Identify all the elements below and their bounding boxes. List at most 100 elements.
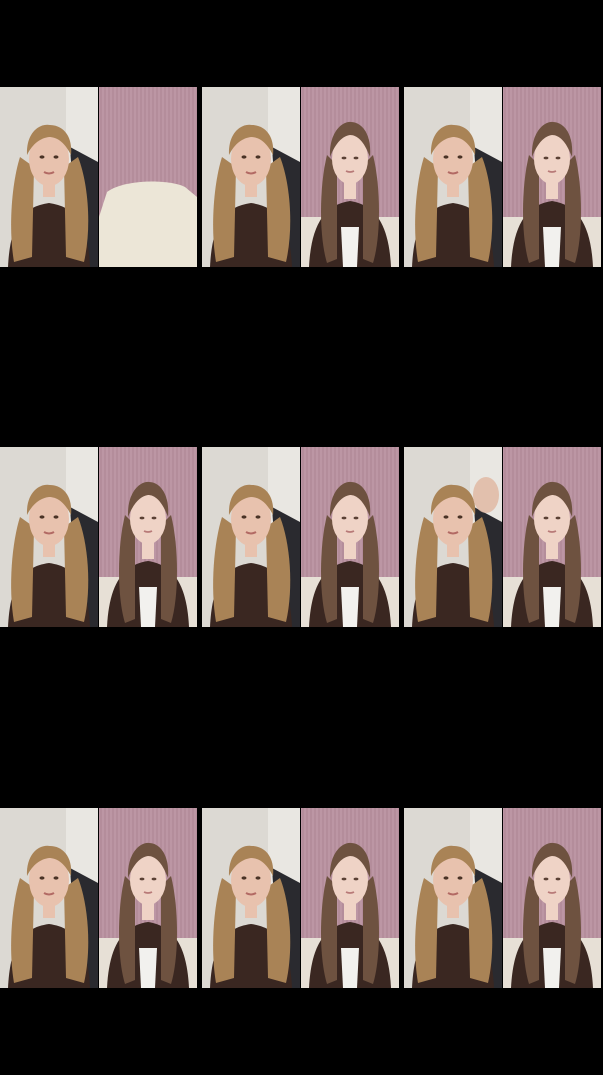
video-frame	[202, 87, 403, 267]
right-scene-image	[503, 447, 601, 627]
eye-left	[543, 156, 549, 160]
neck	[43, 183, 55, 197]
eye-right	[555, 877, 561, 881]
eye-right	[457, 876, 463, 880]
eye-left	[341, 156, 347, 160]
eye-right	[457, 515, 463, 519]
mouth	[345, 891, 355, 894]
neck	[43, 904, 55, 918]
video-frame	[404, 87, 603, 267]
right-scene-image	[503, 808, 601, 988]
left-scene-image	[202, 87, 300, 267]
eye-right	[555, 156, 561, 160]
white-shirt	[341, 227, 359, 267]
eye-right	[151, 877, 157, 881]
neck	[245, 543, 257, 557]
right-camera-view	[503, 447, 601, 627]
eye-left	[443, 876, 449, 880]
left-scene-image	[0, 447, 98, 627]
video-frame	[0, 447, 201, 627]
eye-right	[53, 155, 59, 159]
mouth	[143, 891, 153, 894]
right-camera-view	[99, 447, 197, 627]
left-camera-view	[0, 87, 98, 267]
left-scene-image	[404, 87, 502, 267]
eye-right	[457, 155, 463, 159]
right-camera-view	[301, 447, 399, 627]
eye-left	[341, 877, 347, 881]
left-scene-image	[0, 808, 98, 988]
screen: { "layout": { "rows": 3, "columns": 3 },…	[0, 0, 603, 1075]
eye-left	[443, 155, 449, 159]
eye-left	[39, 515, 45, 519]
left-scene-image	[202, 447, 300, 627]
eye-left	[139, 516, 145, 520]
neck	[344, 541, 356, 559]
eye-right	[151, 516, 157, 520]
eye-left	[241, 155, 247, 159]
blanket	[99, 181, 197, 267]
neck	[447, 904, 459, 918]
right-scene-image	[301, 447, 399, 627]
left-scene-image	[0, 87, 98, 267]
eye-right	[555, 516, 561, 520]
video-frame	[0, 808, 201, 988]
right-camera-view	[301, 808, 399, 988]
video-frame	[202, 447, 403, 627]
neck	[245, 183, 257, 197]
neck	[245, 904, 257, 918]
mouth	[547, 170, 557, 173]
video-frame	[404, 447, 603, 627]
left-camera-view	[404, 87, 502, 267]
waving-hand	[473, 477, 499, 513]
left-scene-image	[202, 808, 300, 988]
eye-right	[255, 876, 261, 880]
neck	[344, 181, 356, 199]
eye-left	[139, 877, 145, 881]
left-camera-view	[202, 87, 300, 267]
mouth	[143, 530, 153, 533]
right-scene-image	[99, 87, 197, 267]
eye-left	[443, 515, 449, 519]
eye-left	[39, 876, 45, 880]
neck	[546, 541, 558, 559]
eye-right	[53, 876, 59, 880]
mouth	[345, 170, 355, 173]
eye-right	[255, 155, 261, 159]
neck	[142, 541, 154, 559]
eye-right	[353, 156, 359, 160]
left-scene-image	[404, 447, 502, 627]
video-frame	[404, 808, 603, 988]
neck	[344, 902, 356, 920]
mouth	[345, 530, 355, 533]
left-camera-view	[0, 808, 98, 988]
left-camera-view	[404, 447, 502, 627]
right-camera-view	[99, 87, 197, 267]
eye-right	[255, 515, 261, 519]
right-scene-image	[99, 808, 197, 988]
right-camera-view	[503, 87, 601, 267]
right-scene-image	[301, 87, 399, 267]
white-shirt	[543, 948, 561, 988]
left-camera-view	[202, 447, 300, 627]
white-shirt	[341, 948, 359, 988]
eye-right	[353, 516, 359, 520]
left-camera-view	[0, 447, 98, 627]
neck	[43, 543, 55, 557]
eye-right	[53, 515, 59, 519]
video-frame	[202, 808, 403, 988]
right-camera-view	[301, 87, 399, 267]
right-scene-image	[99, 447, 197, 627]
white-shirt	[543, 587, 561, 627]
neck	[447, 543, 459, 557]
left-camera-view	[202, 808, 300, 988]
eye-left	[241, 515, 247, 519]
left-scene-image	[404, 808, 502, 988]
white-shirt	[139, 948, 157, 988]
neck	[546, 181, 558, 199]
white-shirt	[543, 227, 561, 267]
neck	[447, 183, 459, 197]
mouth	[547, 891, 557, 894]
right-scene-image	[503, 87, 601, 267]
eye-left	[39, 155, 45, 159]
